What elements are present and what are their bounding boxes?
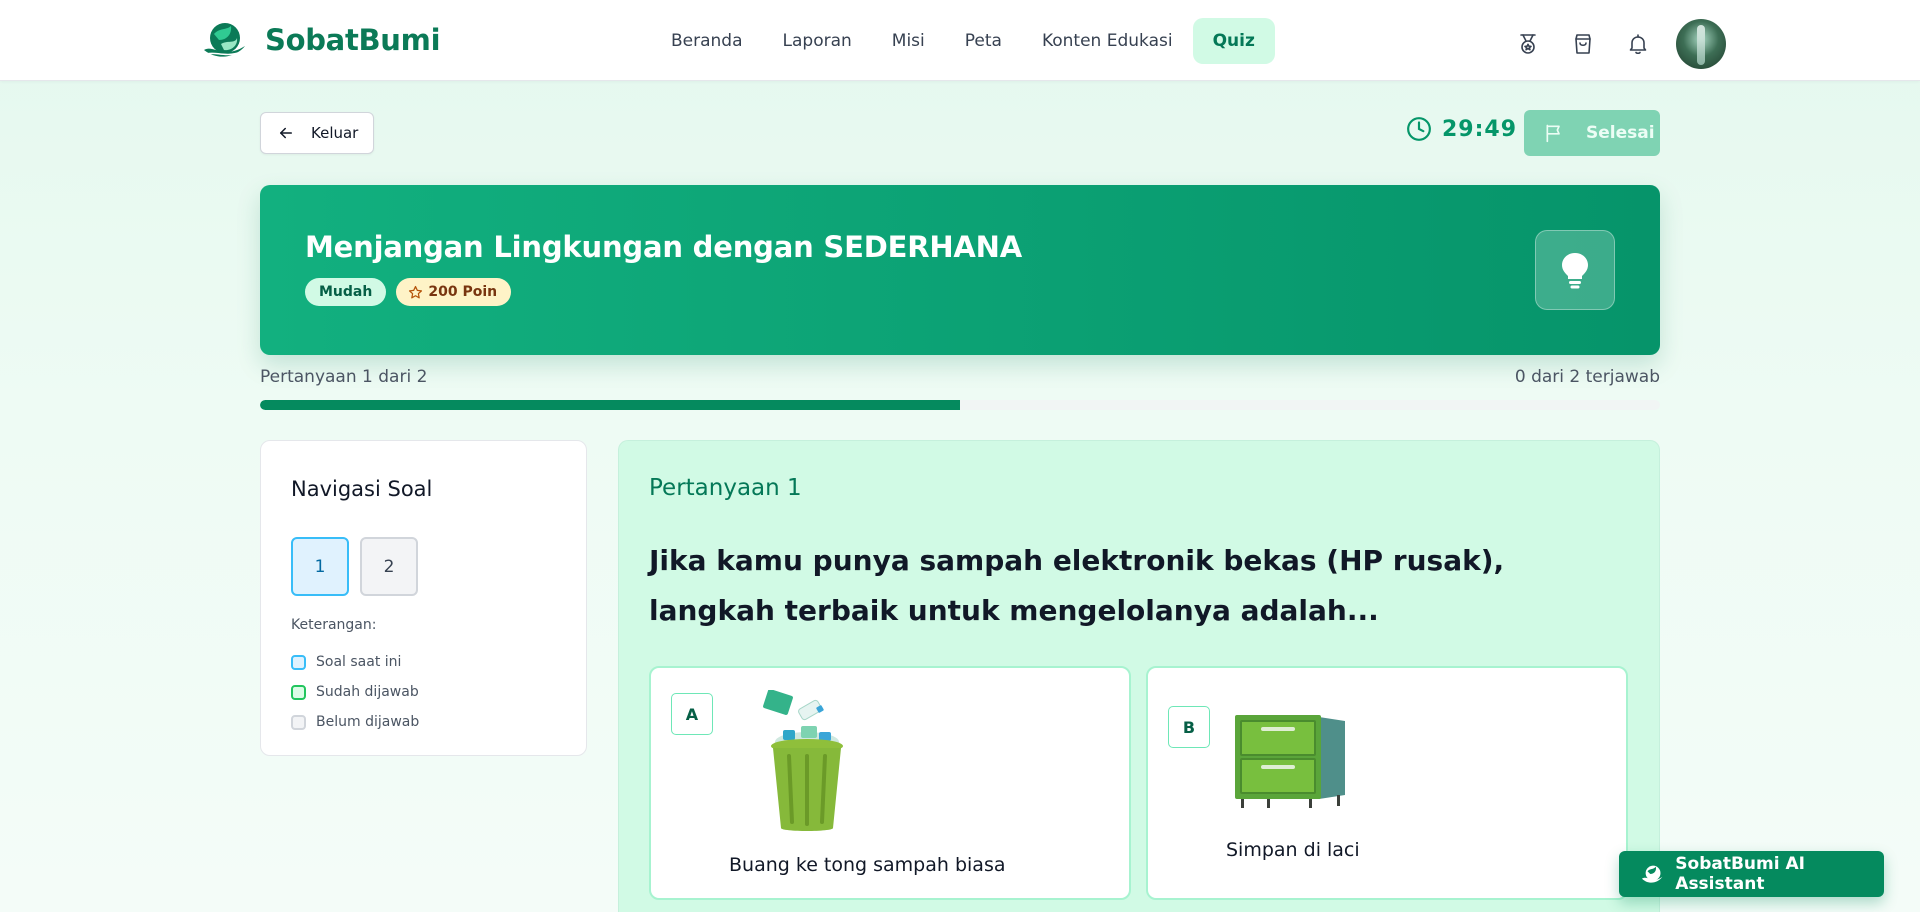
- question-nav-button-1[interactable]: 1: [291, 537, 349, 596]
- answer-option-b[interactable]: B Simpan di laci: [1146, 666, 1628, 900]
- arrow-left-icon: [280, 127, 292, 139]
- question-text: Jika kamu punya sampah elektronik bekas …: [649, 544, 1505, 627]
- option-letter-b: B: [1168, 706, 1210, 748]
- points-value: 200 Poin: [428, 284, 498, 300]
- brand-name: SobatBumi: [265, 23, 441, 57]
- question-card: Pertanyaan 1 Jika kamu punya sampah elek…: [618, 440, 1660, 912]
- quiz-title: Menjangan Lingkungan dengan SEDERHANA: [305, 230, 1022, 264]
- clock-icon: [1407, 117, 1431, 141]
- legend-item-answered: Sudah dijawab: [291, 677, 419, 707]
- points-badge: 200 Poin: [396, 278, 512, 306]
- question-nav-buttons: 1 2: [291, 537, 418, 596]
- nav-link-konten-edukasi[interactable]: Konten Edukasi: [1022, 18, 1193, 64]
- legend-swatch-unanswered: [291, 714, 306, 730]
- difficulty-badge: Mudah: [305, 278, 387, 306]
- ai-assistant-button[interactable]: SobatBumi AI Assistant: [1619, 851, 1884, 897]
- quiz-badges: Mudah 200 Poin: [305, 278, 512, 306]
- trash-bin-image: [763, 690, 843, 831]
- legend: Soal saat ini Sudah dijawab Belum dijawa…: [291, 647, 419, 737]
- nav-link-laporan[interactable]: Laporan: [763, 18, 872, 64]
- question-number: Pertanyaan 1: [649, 475, 802, 501]
- legend-label-answered: Sudah dijawab: [316, 684, 419, 700]
- exit-label: Keluar: [311, 124, 359, 142]
- exit-button[interactable]: Keluar: [260, 112, 374, 154]
- legend-item-unanswered: Belum dijawab: [291, 707, 419, 737]
- progress-fill: [260, 400, 960, 410]
- finish-label: Selesai: [1586, 123, 1655, 143]
- nav-link-quiz[interactable]: Quiz: [1192, 18, 1275, 64]
- nav-link-peta[interactable]: Peta: [945, 18, 1022, 64]
- legend-swatch-current: [291, 654, 306, 670]
- answer-option-a[interactable]: A Buang ke tong sampah biasa: [649, 666, 1131, 900]
- question-navigator: Navigasi Soal 1 2 Keterangan: Soal saat …: [260, 440, 587, 756]
- star-icon: [409, 285, 423, 298]
- question-nav-title: Navigasi Soal: [291, 477, 433, 501]
- nav-link-beranda[interactable]: Beranda: [651, 18, 763, 64]
- top-navbar: SobatBumi Beranda Laporan Misi Peta Kont…: [0, 0, 1920, 81]
- main-nav: Beranda Laporan Misi Peta Konten Edukasi…: [651, 18, 1275, 64]
- legend-label-current: Soal saat ini: [316, 654, 402, 670]
- question-nav-button-2[interactable]: 2: [360, 537, 418, 596]
- globe-leaf-icon: [204, 23, 245, 57]
- lightbulb-icon: [1535, 230, 1615, 310]
- progress-label: Pertanyaan 1 dari 2: [260, 367, 428, 387]
- legend-title: Keterangan:: [291, 617, 377, 633]
- globe-leaf-icon: [1641, 865, 1663, 883]
- finish-button[interactable]: Selesai: [1524, 110, 1660, 156]
- option-label-b: Simpan di laci: [1226, 839, 1360, 861]
- quiz-timer: 29:49: [1406, 116, 1517, 142]
- legend-item-current: Soal saat ini: [291, 647, 419, 677]
- option-letter-a: A: [671, 693, 713, 735]
- shopping-bag-icon[interactable]: [1563, 24, 1603, 64]
- bell-icon[interactable]: [1618, 24, 1658, 64]
- flag-icon: [1546, 124, 1560, 143]
- avatar[interactable]: [1676, 19, 1726, 69]
- legend-label-unanswered: Belum dijawab: [316, 714, 420, 730]
- timer-value: 29:49: [1442, 116, 1518, 142]
- quiz-header-card: Menjangan Lingkungan dengan SEDERHANA Mu…: [260, 185, 1660, 355]
- nav-actions: [1508, 19, 1726, 69]
- progress-bar: [260, 400, 1660, 410]
- brand[interactable]: SobatBumi: [201, 20, 441, 60]
- drawer-cabinet-image: [1235, 715, 1345, 808]
- ai-assistant-label: SobatBumi AI Assistant: [1675, 854, 1805, 894]
- answered-count: 0 dari 2 terjawab: [1514, 367, 1660, 387]
- option-label-a: Buang ke tong sampah biasa: [729, 854, 1006, 876]
- legend-swatch-answered: [291, 684, 306, 700]
- medal-icon[interactable]: [1508, 24, 1548, 64]
- nav-link-misi[interactable]: Misi: [872, 18, 945, 64]
